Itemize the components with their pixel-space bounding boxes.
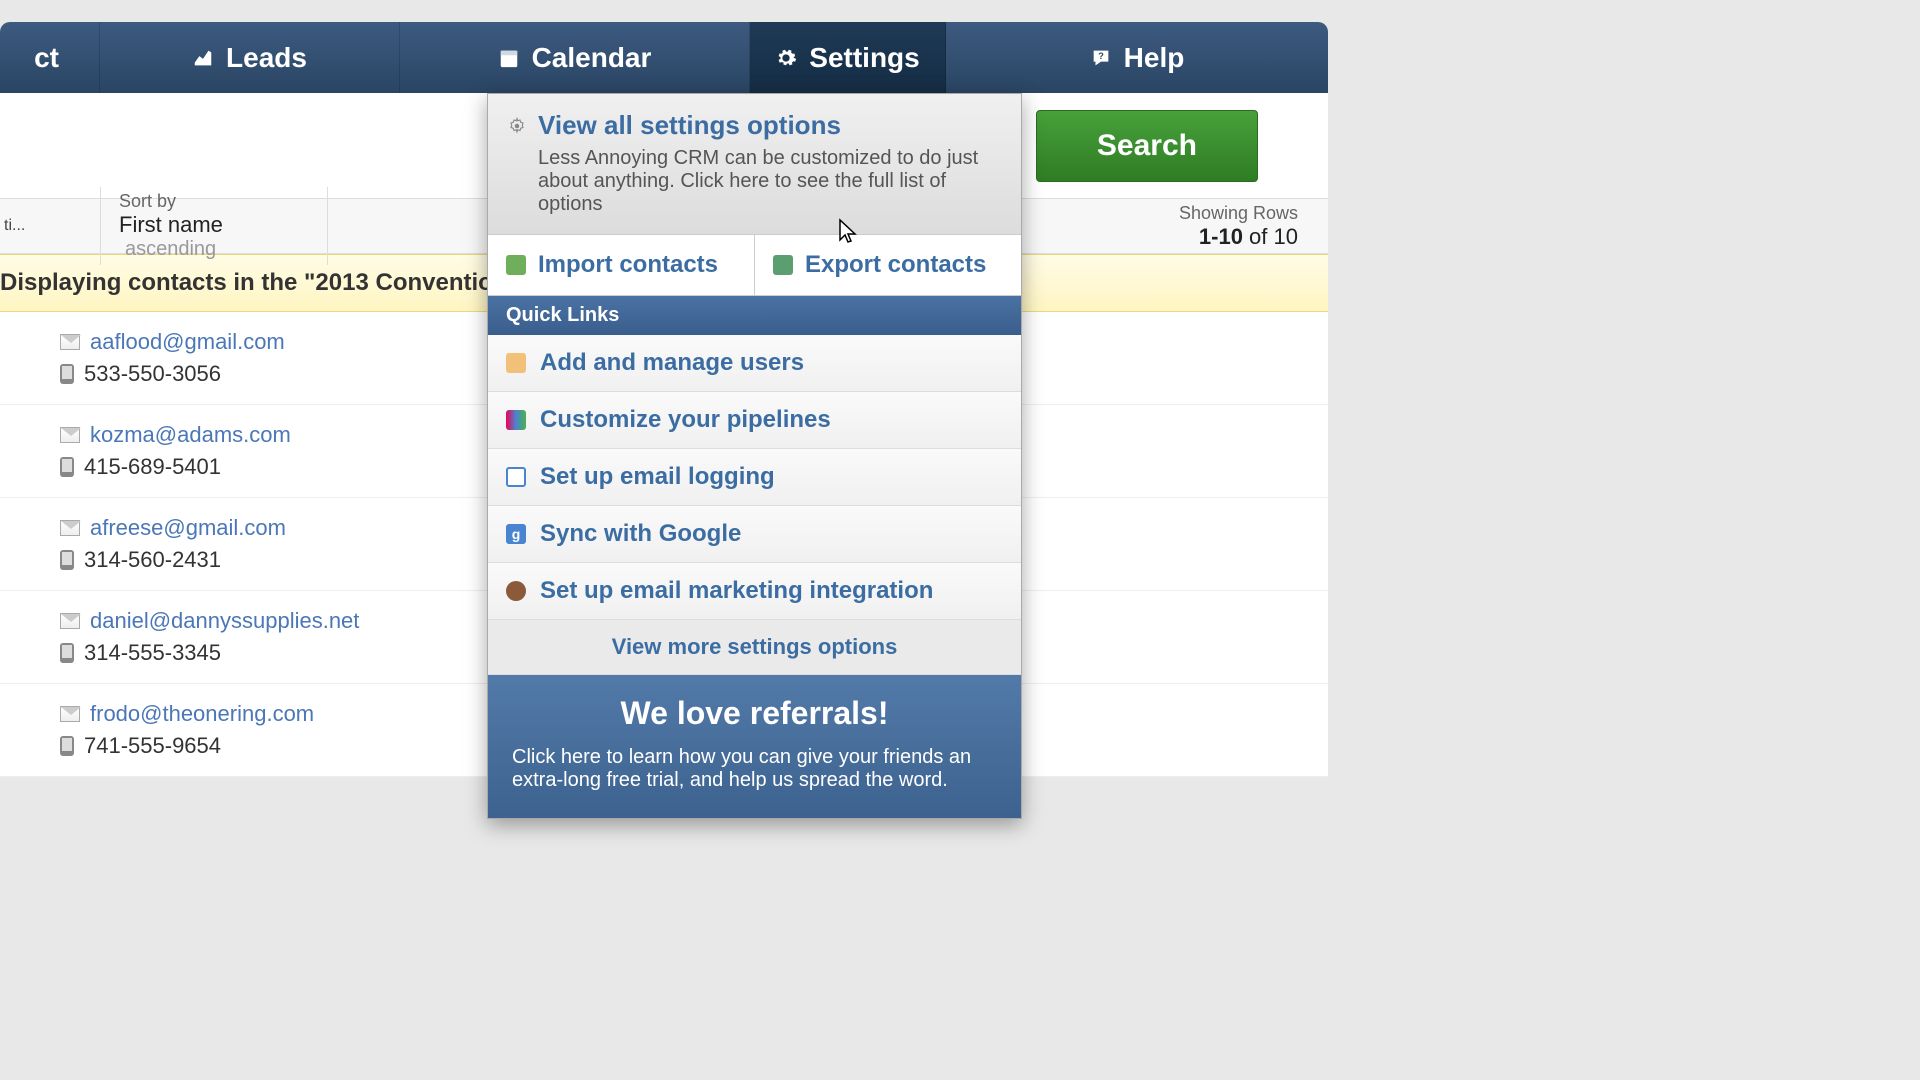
rows-range: 1-10 (1199, 224, 1243, 249)
nav-calendar-label: Calendar (532, 42, 652, 74)
quicklink-email-marketing[interactable]: Set up email marketing integration (488, 563, 1021, 620)
quicklink-users[interactable]: Add and manage users (488, 335, 1021, 392)
import-contacts[interactable]: Import contacts (488, 235, 755, 296)
sort-label: Sort by (119, 191, 309, 212)
contact-email[interactable]: frodo@theonering.com (90, 701, 314, 727)
rows-label: Showing Rows (1179, 203, 1298, 224)
nav-help-label: Help (1124, 42, 1185, 74)
contact-email[interactable]: daniel@dannyssupplies.net (90, 608, 359, 634)
quicklink-pipelines[interactable]: Customize your pipelines (488, 392, 1021, 449)
sort-control[interactable]: Sort by First name ascending (100, 187, 328, 265)
nav-contacts-label: ct (34, 42, 59, 74)
nav-calendar[interactable]: Calendar (400, 22, 750, 93)
referrals-desc: Click here to learn how you can give you… (512, 746, 997, 792)
content-area: Search ti... Sort by First name ascendin… (0, 93, 1328, 777)
search-button[interactable]: Search (1036, 110, 1258, 182)
rows-of: of (1243, 224, 1274, 249)
view-more-settings[interactable]: View more settings options (488, 620, 1021, 675)
nav-settings-label: Settings (809, 42, 919, 74)
gear-small-icon (508, 117, 526, 135)
gear-icon (775, 47, 797, 69)
view-all-desc: Less Annoying CRM can be customized to d… (538, 147, 1001, 216)
referrals-title: We love referrals! (512, 695, 997, 732)
import-label: Import contacts (538, 251, 718, 279)
rows-total: 10 (1274, 224, 1298, 249)
contact-email[interactable]: aaflood@gmail.com (90, 329, 285, 355)
contact-email[interactable]: kozma@adams.com (90, 422, 291, 448)
sort-field: First name (119, 212, 223, 237)
quicklink-google-sync[interactable]: g Sync with Google (488, 506, 1021, 563)
referrals-box[interactable]: We love referrals! Click here to learn h… (488, 675, 1021, 818)
main-nav: ct Leads Calendar Settings ? Help (0, 22, 1328, 93)
import-export-row: Import contacts Export contacts (488, 235, 1021, 296)
calendar-icon (498, 47, 520, 69)
svg-text:?: ? (1098, 50, 1104, 60)
contact-email[interactable]: afreese@gmail.com (90, 515, 286, 541)
view-more-label: View more settings options (612, 634, 898, 660)
sort-direction: ascending (125, 238, 216, 260)
phone-icon (60, 457, 74, 477)
nav-leads[interactable]: Leads (100, 22, 400, 93)
toolbar-truncated: ti... (0, 217, 50, 235)
mail-icon (60, 334, 80, 350)
settings-dropdown: View all settings options Less Annoying … (487, 93, 1022, 819)
import-icon (506, 255, 526, 275)
quicklink-pipelines-label: Customize your pipelines (540, 406, 831, 434)
phone-icon (60, 364, 74, 384)
quicklink-marketing-label: Set up email marketing integration (540, 577, 933, 605)
contact-phone: 741-555-9654 (84, 733, 221, 759)
users-icon (506, 353, 526, 373)
phone-icon (60, 550, 74, 570)
phone-icon (60, 736, 74, 756)
help-icon: ? (1090, 47, 1112, 69)
nav-leads-label: Leads (226, 42, 307, 74)
marketing-icon (506, 581, 526, 601)
view-all-settings[interactable]: View all settings options Less Annoying … (488, 94, 1021, 235)
quicklink-users-label: Add and manage users (540, 349, 804, 377)
mail-icon (60, 613, 80, 629)
contact-phone: 314-560-2431 (84, 547, 221, 573)
nav-settings[interactable]: Settings (750, 22, 946, 93)
quicklink-google-label: Sync with Google (540, 520, 741, 548)
contact-phone: 415-689-5401 (84, 454, 221, 480)
quicklink-email-logging[interactable]: Set up email logging (488, 449, 1021, 506)
contact-phone: 314-555-3345 (84, 640, 221, 666)
mail-icon (60, 706, 80, 722)
view-all-title: View all settings options (538, 110, 841, 141)
mail-icon (60, 427, 80, 443)
pipelines-icon (506, 410, 526, 430)
rows-info: Showing Rows 1-10 of 10 (1179, 203, 1328, 250)
mail-icon (506, 467, 526, 487)
export-icon (773, 255, 793, 275)
mail-icon (60, 520, 80, 536)
leads-icon (192, 47, 214, 69)
nav-contacts[interactable]: ct (0, 22, 100, 93)
quick-links-header: Quick Links (488, 296, 1021, 335)
nav-help[interactable]: ? Help (946, 22, 1328, 93)
google-icon: g (506, 524, 526, 544)
contact-phone: 533-550-3056 (84, 361, 221, 387)
quicklink-email-label: Set up email logging (540, 463, 775, 491)
export-label: Export contacts (805, 251, 986, 279)
export-contacts[interactable]: Export contacts (755, 235, 1021, 296)
phone-icon (60, 643, 74, 663)
